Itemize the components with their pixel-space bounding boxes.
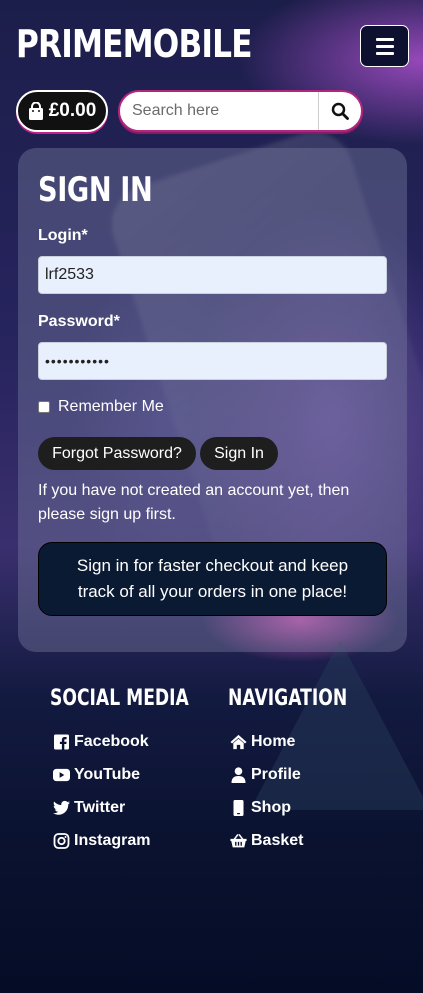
signin-card: SIGN IN Login* lrf2533 Password* •••••••… [18, 148, 407, 652]
search-button[interactable] [318, 92, 361, 130]
user-icon [231, 767, 246, 783]
nav-basket-label: Basket [251, 832, 304, 849]
instagram-label: Instagram [74, 832, 151, 849]
basket-total: £0.00 [48, 100, 97, 121]
nav-basket-link[interactable]: Basket [230, 832, 303, 850]
navigation-section: NAVIGATION [228, 686, 381, 721]
site-header: PRIMEMOBILE [0, 0, 423, 84]
nav-shop-label: Shop [251, 799, 291, 816]
search-bar [118, 90, 363, 132]
brand-logo[interactable]: PRIMEMOBILE [16, 22, 253, 66]
login-field[interactable]: lrf2533 [38, 256, 387, 294]
facebook-icon [54, 734, 69, 750]
search-input[interactable] [120, 92, 318, 130]
signin-benefits-banner: Sign in for faster checkout and keep tra… [38, 542, 387, 616]
twitter-icon [53, 800, 70, 815]
nav-profile-link[interactable]: Profile [230, 766, 301, 784]
nav-profile-label: Profile [251, 766, 301, 783]
facebook-link[interactable]: Facebook [53, 733, 149, 751]
home-icon [230, 734, 247, 750]
instagram-link[interactable]: Instagram [53, 832, 150, 850]
youtube-label: YouTube [74, 766, 141, 783]
twitter-link[interactable]: Twitter [53, 799, 125, 817]
instagram-icon [53, 833, 70, 849]
forgot-password-button[interactable]: Forgot Password? [38, 437, 196, 470]
menu-toggle-button[interactable] [360, 25, 409, 67]
youtube-icon [53, 768, 70, 782]
nav-shop-link[interactable]: Shop [230, 799, 291, 817]
basket-total-button[interactable]: £0.00 [16, 90, 108, 132]
shopping-bag-icon [28, 102, 43, 120]
social-media-heading: SOCIAL MEDIA [50, 686, 189, 711]
remember-me-label: Remember Me [58, 398, 164, 415]
background-triangle-graphic [250, 640, 423, 810]
social-media-section: SOCIAL MEDIA [50, 686, 228, 721]
login-label: Login* [38, 227, 88, 244]
search-icon [331, 102, 349, 120]
facebook-label: Facebook [74, 733, 149, 750]
remember-me[interactable]: Remember Me [38, 398, 164, 416]
remember-me-checkbox[interactable] [38, 401, 50, 413]
page-title: SIGN IN [38, 170, 153, 210]
nav-home-link[interactable]: Home [230, 733, 295, 751]
signup-note: If you have not created an account yet, … [38, 482, 350, 523]
nav-home-label: Home [251, 733, 296, 750]
youtube-link[interactable]: YouTube [53, 766, 140, 784]
mobile-phone-icon [233, 800, 244, 816]
twitter-label: Twitter [74, 799, 126, 816]
navigation-heading: NAVIGATION [228, 686, 348, 711]
password-label: Password* [38, 313, 120, 330]
hamburger-menu-icon [375, 37, 394, 41]
basket-icon [230, 834, 247, 848]
sign-in-button[interactable]: Sign In [200, 437, 278, 470]
password-field[interactable]: ••••••••••• [38, 342, 387, 380]
